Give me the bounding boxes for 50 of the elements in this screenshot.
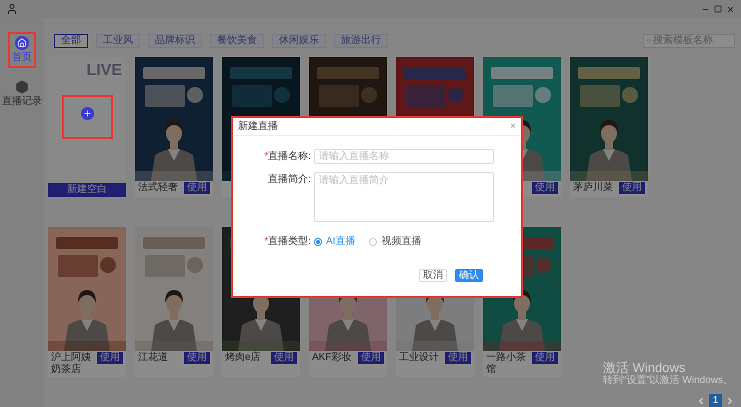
close-icon[interactable]: [726, 4, 735, 14]
filter-tab[interactable]: 全部: [54, 34, 88, 48]
template-name: 一路小茶馆: [486, 352, 527, 376]
template-name: 沪上阿姨奶茶店: [51, 352, 92, 376]
description-field[interactable]: 请输入直播简介: [314, 172, 494, 222]
use-button[interactable]: 使用: [619, 182, 645, 194]
template-name: AKF彩妆: [312, 352, 352, 364]
avatar-icon[interactable]: [6, 3, 18, 15]
template-name: 茅庐川菜: [573, 182, 613, 194]
use-button[interactable]: 使用: [532, 182, 558, 194]
filter-tab[interactable]: 休闲娱乐: [272, 34, 326, 48]
prev-page-icon[interactable]: [696, 396, 706, 406]
field-label: *直播类型:: [263, 236, 311, 248]
radio-option[interactable]: AI直播: [314, 236, 356, 248]
confirm-button[interactable]: 确认: [455, 269, 483, 282]
close-button[interactable]: ×: [510, 120, 516, 132]
use-button[interactable]: 使用: [97, 352, 123, 364]
use-button[interactable]: 使用: [184, 352, 210, 364]
field-label: 直播简介:: [267, 172, 311, 187]
name-field[interactable]: 请输入直播名称: [314, 149, 494, 164]
template-name: 江花道: [138, 352, 168, 364]
filter-tab[interactable]: 品牌标识: [148, 34, 202, 48]
filter-tab[interactable]: 旅游出行: [334, 34, 388, 48]
use-button[interactable]: 使用: [271, 352, 297, 364]
filter-tab[interactable]: 工业风: [96, 34, 140, 48]
use-button[interactable]: 使用: [532, 352, 558, 364]
field-label: *直播名称:: [263, 150, 311, 164]
add-button[interactable]: [80, 107, 94, 120]
page-button[interactable]: 1: [709, 394, 722, 407]
activation-title: 激活 Windows: [602, 360, 686, 375]
live-watermark: LIVE: [86, 61, 123, 81]
next-page-icon[interactable]: [725, 396, 735, 406]
cancel-button[interactable]: 取消: [419, 269, 447, 282]
template-name: 工业设计: [399, 352, 439, 364]
template-name: 烤肉e店: [225, 352, 261, 364]
plus-icon: [82, 109, 92, 118]
maximize-icon[interactable]: [714, 5, 722, 13]
use-button[interactable]: 使用: [358, 352, 384, 364]
home-icon: [15, 36, 29, 50]
activation-text: 转到“设置”以激活 Windows。: [602, 375, 733, 387]
use-button[interactable]: 使用: [445, 352, 471, 364]
radio-option[interactable]: 视频直播: [369, 236, 422, 248]
sidebar-item[interactable]: 直播记录: [2, 80, 42, 108]
new-blank-button[interactable]: 新建空白: [48, 183, 126, 197]
hexagon-icon: [15, 80, 29, 94]
search-field[interactable]: 搜索模板名称: [643, 34, 735, 48]
filter-tab[interactable]: 餐饮美食: [210, 34, 264, 48]
template-name: 法式轻奢: [138, 182, 178, 194]
dialog-title: 新建直播: [238, 120, 278, 132]
use-button[interactable]: 使用: [184, 182, 210, 194]
